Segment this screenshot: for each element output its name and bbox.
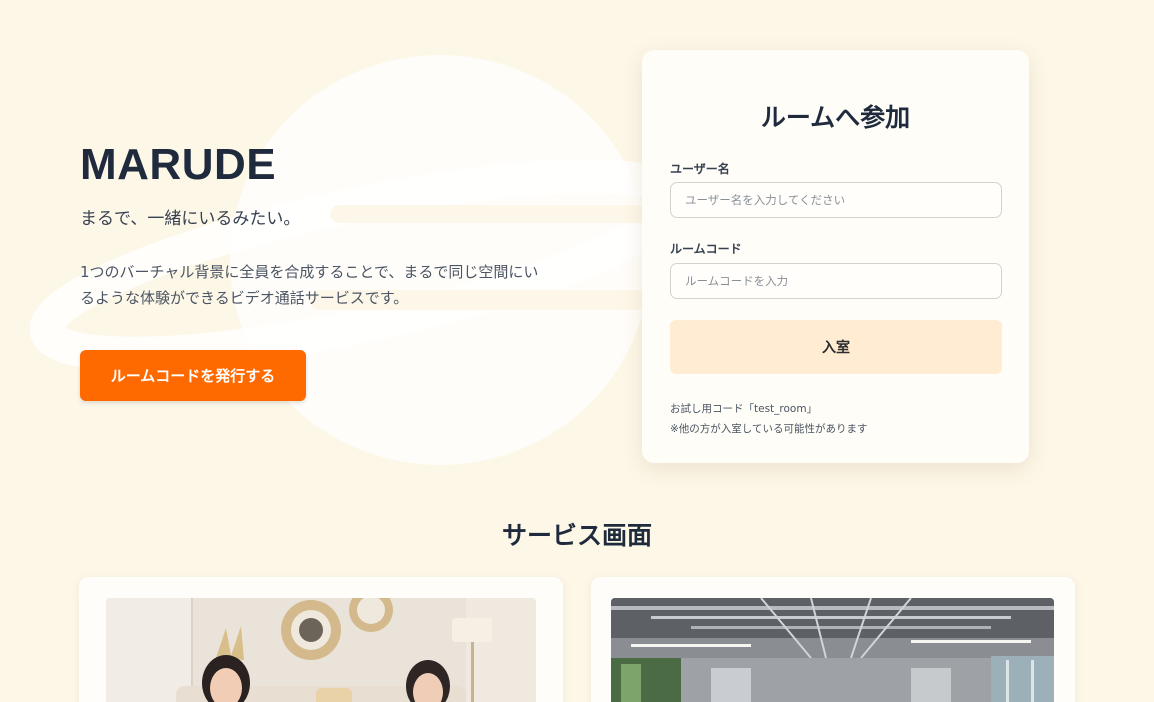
join-room-card: ルームへ参加 ユーザー名 ルームコード 入室 お試し用コード「test_room… xyxy=(642,50,1029,463)
issue-room-code-button[interactable]: ルームコードを発行する xyxy=(80,350,306,401)
service-screenshot-card xyxy=(591,577,1075,702)
description-line: 1つのバーチャル背景に全員を合成することで、まるで同じ空間にい xyxy=(80,263,539,281)
trial-code-note: お試し用コード「test_room」 xyxy=(670,403,818,415)
occupancy-warning-note: ※他の方が入室している可能性があります xyxy=(670,423,868,435)
room-code-input[interactable] xyxy=(670,263,1002,299)
living-room-video-call-image xyxy=(106,598,536,702)
room-code-label: ルームコード xyxy=(670,242,742,256)
landing-page: MARUDE まるで、一緒にいるみたい。 1つのバーチャル背景に全員を合成するこ… xyxy=(0,0,1154,702)
office-background-image xyxy=(611,598,1054,702)
username-label: ユーザー名 xyxy=(670,162,730,176)
tagline: まるで、一緒にいるみたい。 xyxy=(80,209,301,229)
services-section-title: サービス画面 xyxy=(501,521,652,550)
brand-title: MARUDE xyxy=(80,140,277,189)
join-room-title: ルームへ参加 xyxy=(760,103,911,132)
username-input[interactable] xyxy=(670,182,1002,218)
description-line: るような体験ができるビデオ通話サービスです。 xyxy=(80,289,409,307)
hero-section: MARUDE まるで、一緒にいるみたい。 1つのバーチャル背景に全員を合成するこ… xyxy=(80,140,570,401)
service-description: 1つのバーチャル背景に全員を合成することで、まるで同じ空間にい るような体験がで… xyxy=(80,259,560,311)
enter-room-button[interactable]: 入室 xyxy=(670,320,1002,374)
service-screenshot-card xyxy=(79,577,563,702)
